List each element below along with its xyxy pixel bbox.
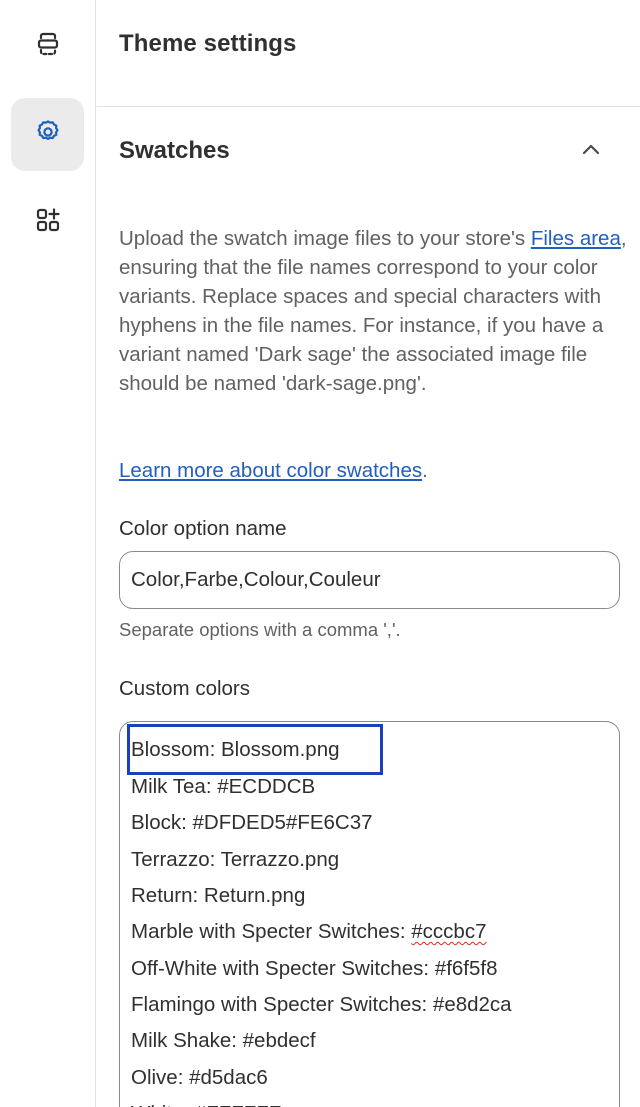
collapse-section-button[interactable] <box>575 137 607 165</box>
custom-color-line: Marble with Specter Switches: #cccbc7 <box>131 914 487 950</box>
settings-panel: Theme settings Swatches Upload the swatc… <box>97 0 640 1107</box>
swatch-description: Upload the swatch image files to your st… <box>119 224 629 398</box>
custom-color-line: Blossom: Blossom.png <box>131 738 340 761</box>
color-option-help: Separate options with a comma ','. <box>119 619 401 640</box>
page-header: Theme settings <box>97 0 640 107</box>
description-text-start: Upload the swatch image files to your st… <box>119 227 531 250</box>
custom-color-line: Flamingo with Specter Switches: #e8d2ca <box>131 993 512 1016</box>
section-title: Swatches <box>119 137 230 164</box>
chevron-up-icon <box>581 142 601 160</box>
custom-colors-label: Custom colors <box>119 677 251 700</box>
custom-color-line: Milk Tea: #ECDDCB <box>131 775 316 798</box>
color-option-input[interactable] <box>119 551 620 609</box>
rail-app-blocks-button[interactable] <box>11 186 84 259</box>
custom-color-line: Milk Shake: #ebdecf <box>131 1029 316 1052</box>
description-text-end: , ensuring that the file names correspon… <box>119 227 627 395</box>
custom-color-line: Terrazzo: Terrazzo.png <box>131 848 340 871</box>
custom-color-line: Return: Return.png <box>131 884 306 907</box>
sections-icon <box>33 29 63 64</box>
icon-rail <box>0 0 96 1107</box>
gear-icon <box>33 117 63 152</box>
learn-more-suffix: . <box>422 459 428 482</box>
learn-more-row: Learn more about color swatches. <box>119 456 428 485</box>
custom-color-line: Block: #DFDED5#FE6C37 <box>131 811 373 834</box>
learn-more-link[interactable]: Learn more about color swatches <box>119 459 422 482</box>
custom-colors-textarea[interactable]: Blossom: Blossom.png Milk Tea: #ECDDCB B… <box>119 721 620 1107</box>
rail-theme-settings-button[interactable] <box>11 98 84 171</box>
page-title: Theme settings <box>119 30 297 57</box>
custom-color-line: Olive: #d5dac6 <box>131 1066 268 1089</box>
rail-sections-button[interactable] <box>11 10 84 83</box>
theme-editor: Theme settings Swatches Upload the swatc… <box>0 0 640 1107</box>
custom-color-line: Off-White with Specter Switches: #f6f5f8 <box>131 957 498 980</box>
custom-color-line: White: #FFFFFF <box>131 1096 281 1107</box>
add-app-blocks-icon <box>33 205 63 240</box>
spellcheck-flagged-word: #cccbc7 <box>411 920 487 943</box>
custom-color-line-text: Marble with Specter Switches: <box>131 920 412 943</box>
color-option-label: Color option name <box>119 517 287 540</box>
files-area-link[interactable]: Files area <box>531 227 621 250</box>
